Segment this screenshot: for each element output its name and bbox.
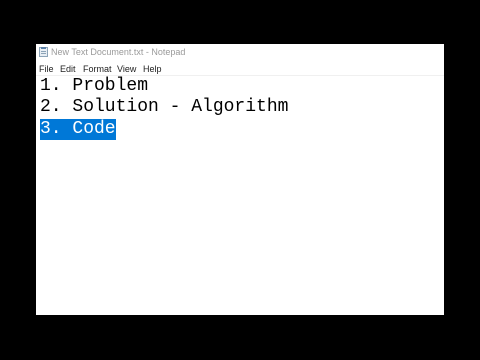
menu-edit[interactable]: Edit — [60, 63, 76, 75]
title-bar: New Text Document.txt - Notepad — [36, 44, 444, 61]
window-title: New Text Document.txt - Notepad — [51, 47, 186, 57]
notepad-window: New Text Document.txt - Notepad File Edi… — [36, 44, 444, 315]
text-line-3-selected[interactable]: 3. Code — [40, 119, 116, 140]
menu-view[interactable]: View — [117, 63, 136, 75]
text-line-1[interactable]: 1. Problem — [40, 76, 148, 97]
menu-file[interactable]: File — [39, 63, 54, 75]
menu-format[interactable]: Format — [83, 63, 112, 75]
notepad-icon — [39, 47, 48, 57]
text-editor-area[interactable]: 1. Problem 2. Solution - Algorithm 3. Co… — [36, 76, 444, 315]
menu-help[interactable]: Help — [143, 63, 162, 75]
text-line-2[interactable]: 2. Solution - Algorithm — [40, 97, 288, 118]
menu-bar: File Edit Format View Help — [36, 62, 444, 76]
